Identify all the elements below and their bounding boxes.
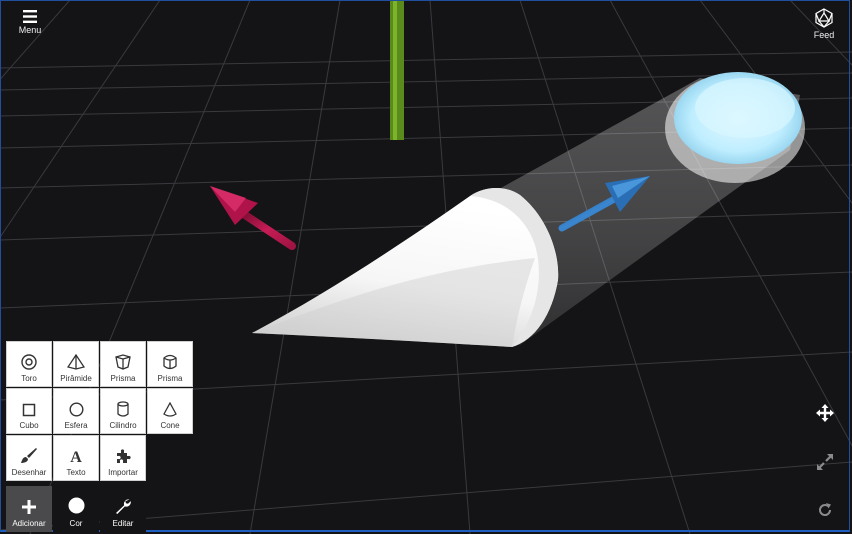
- palette-item-esfera[interactable]: Esfera: [53, 388, 99, 434]
- svg-text:A: A: [70, 449, 82, 464]
- plus-icon: [22, 500, 36, 514]
- brush-icon: [21, 448, 37, 463]
- palette-item-label: Prisma: [157, 374, 183, 383]
- cone-icon: [163, 402, 177, 417]
- palette-item-importar[interactable]: Importar: [100, 435, 146, 481]
- move-arrows-icon: [816, 404, 834, 422]
- palette-item-label: Pirâmide: [60, 374, 92, 383]
- palette-item-label: Importar: [108, 468, 138, 477]
- scale-tool[interactable]: [812, 449, 838, 475]
- palette-item-label: Desenhar: [11, 468, 47, 477]
- palette-item-prisma-hex[interactable]: Prisma: [100, 341, 146, 387]
- color-swatch-icon: [68, 497, 84, 514]
- palette-item-label: Texto: [66, 468, 86, 477]
- menu-button[interactable]: Menu: [14, 10, 46, 35]
- rotate-icon: [819, 503, 832, 516]
- palette-item-label: Cubo: [19, 421, 39, 430]
- puzzle-icon: [117, 449, 131, 463]
- menu-label: Menu: [18, 25, 42, 35]
- cone-shape[interactable]: [252, 187, 559, 347]
- palette-item-cone[interactable]: Cone: [147, 388, 193, 434]
- x-axis-arrow[interactable]: [210, 186, 296, 250]
- palette-item-cilindro[interactable]: Cilindro: [100, 388, 146, 434]
- sphere-icon: [68, 402, 84, 417]
- feed-button[interactable]: Feed: [806, 8, 842, 40]
- icosahedron-icon: [815, 8, 833, 28]
- prism-cylinder-icon: [163, 354, 177, 370]
- color-button[interactable]: Cor: [53, 486, 99, 532]
- text-icon: A: [70, 449, 82, 464]
- expand-icon: [817, 454, 833, 470]
- palette-item-cubo[interactable]: Cubo: [6, 388, 52, 434]
- palette-item-toro[interactable]: Toro: [6, 341, 52, 387]
- palette-item-label: Esfera: [64, 421, 88, 430]
- edit-label: Editar: [112, 519, 134, 528]
- feed-label: Feed: [813, 30, 835, 40]
- palette-item-label: Toro: [21, 374, 37, 383]
- pyramid-icon: [67, 354, 85, 370]
- cube-icon: [22, 403, 36, 417]
- cylinder-icon: [117, 401, 129, 417]
- add-label: Adicionar: [12, 519, 46, 528]
- palette-item-texto[interactable]: A Texto: [53, 435, 99, 481]
- color-label: Cor: [69, 519, 83, 528]
- palette-item-label: Cone: [160, 421, 180, 430]
- move-tool[interactable]: [812, 400, 838, 426]
- torus-icon: [21, 354, 37, 370]
- prism-hex-icon: [115, 354, 131, 370]
- palette-item-label: Prisma: [110, 374, 136, 383]
- rotate-tool[interactable]: [812, 497, 838, 523]
- add-button[interactable]: Adicionar: [6, 486, 52, 532]
- wrench-icon: [116, 499, 131, 514]
- palette-item-label: Cilindro: [109, 421, 137, 430]
- palette-item-desenhar[interactable]: Desenhar: [6, 435, 52, 481]
- palette-item-prisma-cyl[interactable]: Prisma: [147, 341, 193, 387]
- palette-item-piramide[interactable]: Pirâmide: [53, 341, 99, 387]
- hamburger-icon: [23, 10, 37, 23]
- y-axis-handle[interactable]: [390, 0, 404, 140]
- edit-button[interactable]: Editar: [100, 486, 146, 532]
